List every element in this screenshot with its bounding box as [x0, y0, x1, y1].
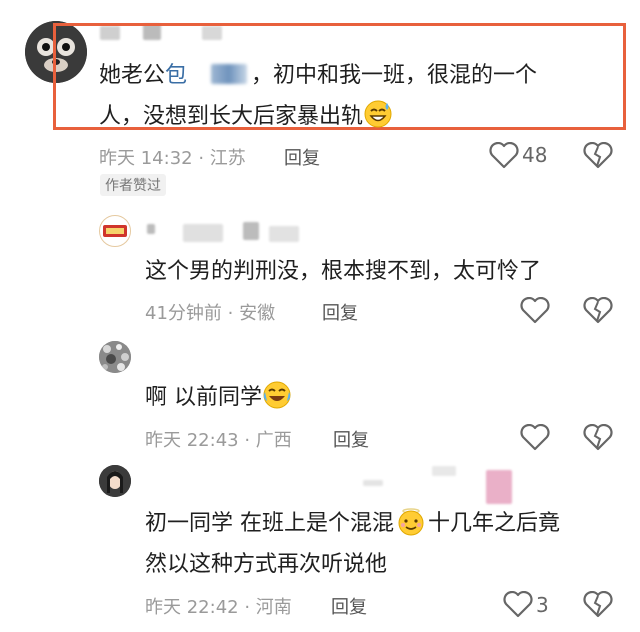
- crying-laughing-icon: [263, 381, 291, 409]
- avatar[interactable]: [99, 465, 131, 497]
- sweat-smile-icon: [364, 100, 392, 128]
- comment-text: 初一同学 在班上是个混混: [145, 511, 394, 536]
- comment-meta: 41分钟前 · 安徽: [145, 303, 276, 324]
- blurred-username: [243, 222, 259, 240]
- comment-meta: 昨天 22:43 · 广西: [145, 430, 292, 451]
- blurred-username: [486, 470, 512, 504]
- blurred-username: [363, 480, 383, 486]
- blurred-username: [432, 466, 456, 476]
- comment-text-line1: 她老公包 ，初中和我一班，很混的一个: [99, 56, 537, 96]
- comment-meta: 昨天 14:32 · 江苏: [99, 148, 246, 169]
- comment-text: 啊 以前同学: [145, 385, 262, 410]
- heart-icon[interactable]: [520, 424, 550, 451]
- avatar[interactable]: [99, 215, 131, 247]
- blurred-username: [269, 226, 299, 242]
- blurred-username: [147, 224, 155, 234]
- broken-heart-icon[interactable]: [583, 424, 613, 451]
- heart-icon[interactable]: [503, 591, 533, 618]
- broken-heart-icon[interactable]: [583, 591, 613, 618]
- avatar[interactable]: [99, 341, 131, 373]
- reply-button[interactable]: 回复: [331, 593, 367, 619]
- comment-text: ，初中和我一班，很混的一个: [251, 63, 538, 88]
- broken-heart-icon[interactable]: [583, 297, 613, 324]
- reply-button[interactable]: 回复: [333, 426, 369, 452]
- comment-text: 她老公: [99, 63, 166, 88]
- comment-text-line2: 人，没想到长大后家暴出轨: [99, 97, 393, 137]
- blurred-name: [211, 64, 248, 84]
- heart-icon[interactable]: [520, 297, 550, 324]
- comment-text-line1: 初一同学 在班上是个混混 十几年之后竟: [145, 504, 560, 544]
- comment-text-line: 啊 以前同学: [145, 378, 292, 418]
- reply-button[interactable]: 回复: [284, 144, 320, 170]
- comment-meta: 昨天 22:42 · 河南: [145, 597, 292, 618]
- like-count: 3: [536, 593, 549, 617]
- comment-text-line2: 然以这种方式再次听说他: [145, 552, 388, 577]
- heart-icon[interactable]: [489, 142, 519, 169]
- like-count: 48: [522, 143, 548, 167]
- broken-heart-icon[interactable]: [583, 142, 613, 169]
- reply-button[interactable]: 回复: [322, 299, 358, 325]
- comment-text: 这个男的判刑没，根本搜不到，太可怜了: [145, 259, 542, 284]
- comment-text: 人，没想到长大后家暴出轨: [99, 104, 364, 129]
- innocent-smile-icon: [398, 508, 424, 536]
- user-mention[interactable]: 包: [165, 63, 187, 88]
- blurred-username: [183, 224, 223, 242]
- comment-text: 十几年之后竟: [428, 511, 561, 536]
- author-liked-tag: 作者赞过: [100, 174, 166, 196]
